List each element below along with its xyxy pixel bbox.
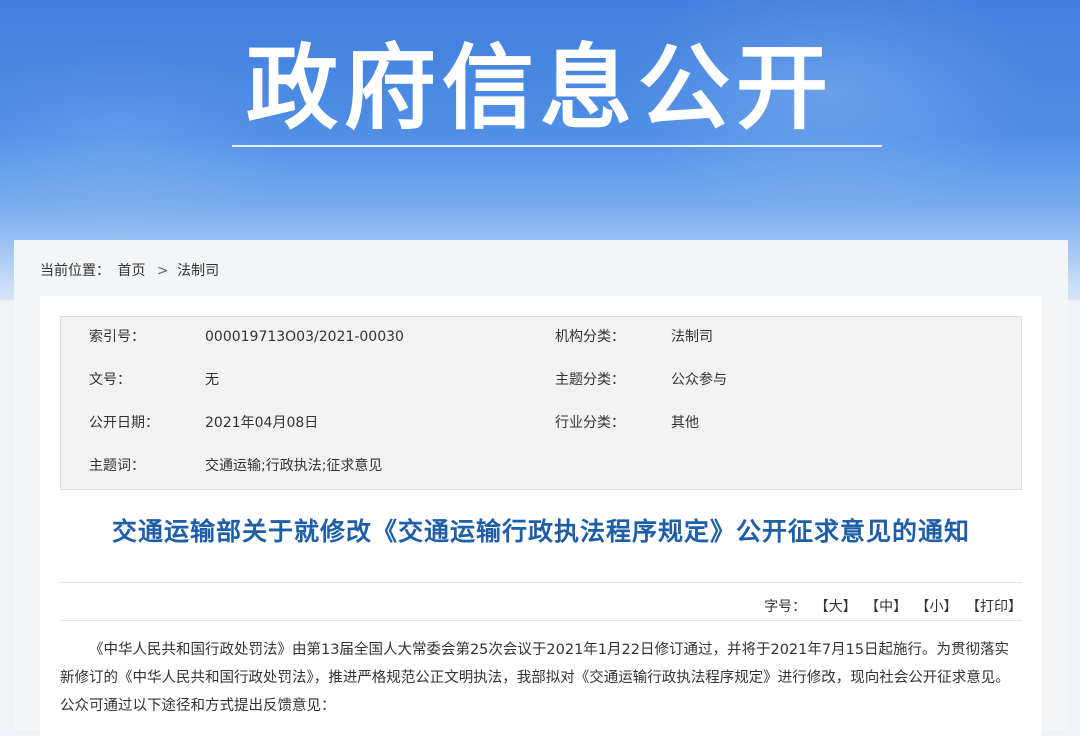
breadcrumb-home-link[interactable]: 首页 <box>117 263 145 279</box>
meta-value-docno: 无 <box>205 372 219 388</box>
meta-value-industry: 其他 <box>671 415 699 431</box>
meta-value-date: 2021年04月08日 <box>205 415 319 431</box>
meta-label-docno: 文号： <box>89 372 131 388</box>
meta-label-org: 机构分类： <box>555 329 625 345</box>
meta-row: 公开日期： 2021年04月08日 行业分类： 其他 <box>61 405 1021 449</box>
font-size-small-button[interactable]: 【小】 <box>916 599 958 615</box>
font-size-large-button[interactable]: 【大】 <box>815 599 857 615</box>
meta-row: 索引号： 000019713O03/2021-00030 机构分类： 法制司 <box>61 319 1021 363</box>
meta-value-topic: 公众参与 <box>671 372 727 388</box>
meta-label-index: 索引号： <box>89 329 145 345</box>
meta-label-keywords: 主题词： <box>89 458 145 474</box>
meta-row: 文号： 无 主题分类： 公众参与 <box>61 362 1021 406</box>
breadcrumb-current-link[interactable]: 法制司 <box>177 263 219 279</box>
banner-title: 政府信息公开 <box>245 35 834 142</box>
font-size-controls: 字号： 【大】 【中】 【小】 【打印】 <box>764 596 1022 616</box>
article-title: 交通运输部关于就修改《交通运输行政执法程序规定》公开征求意见的通知 <box>111 517 970 546</box>
banner-underline <box>232 145 882 147</box>
article-body: 《中华人民共和国行政处罚法》由第13届全国人大常委会第25次会议于2021年1月… <box>60 642 1010 714</box>
meta-row: 主题词： 交通运输;行政执法;征求意见 <box>61 448 1021 492</box>
breadcrumb-label: 当前位置： <box>40 263 110 279</box>
meta-label-topic: 主题分类： <box>555 372 625 388</box>
meta-label-date: 公开日期： <box>89 415 159 431</box>
meta-value-org: 法制司 <box>671 329 713 345</box>
page-container: 当前位置： 首页 > 法制司 索引号： 000019713O03/2021-00… <box>14 240 1068 736</box>
title-divider <box>60 582 1022 583</box>
main-content: 索引号： 000019713O03/2021-00030 机构分类： 法制司 文… <box>40 296 1042 736</box>
font-size-label: 字号： <box>764 599 807 615</box>
meta-value-index: 000019713O03/2021-00030 <box>205 329 404 345</box>
font-size-medium-button[interactable]: 【中】 <box>865 599 907 615</box>
breadcrumb: 当前位置： 首页 > 法制司 <box>40 260 222 280</box>
meta-label-industry: 行业分类： <box>555 415 625 431</box>
metadata-panel: 索引号： 000019713O03/2021-00030 机构分类： 法制司 文… <box>60 316 1022 490</box>
breadcrumb-separator: > <box>156 263 169 279</box>
print-button[interactable]: 【打印】 <box>966 599 1022 615</box>
controls-divider <box>60 620 1022 621</box>
meta-value-keywords: 交通运输;行政执法;征求意见 <box>205 458 383 474</box>
